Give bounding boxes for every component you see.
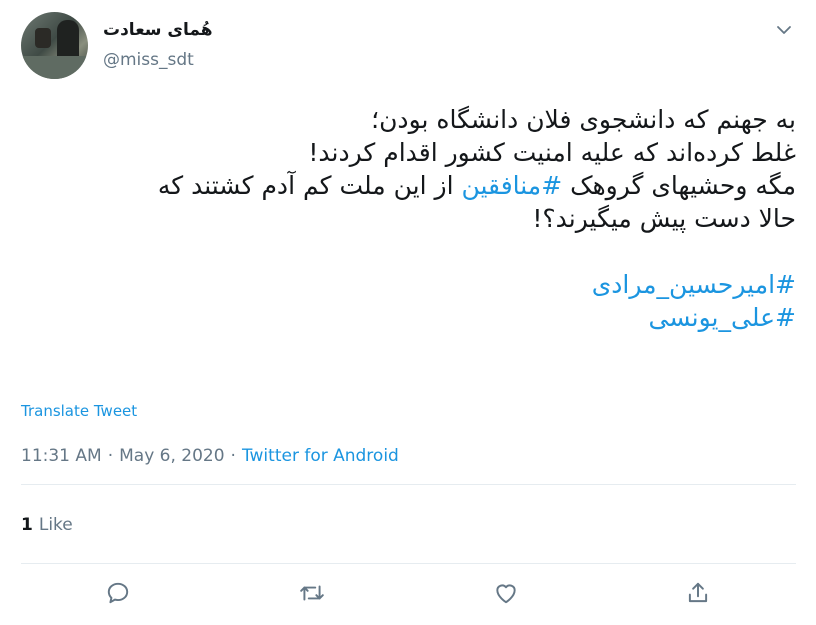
retweet-icon: [300, 585, 324, 601]
display-name[interactable]: هُمای سعادت: [103, 20, 213, 40]
tweet-text: به جهنم که دانشجوی فلان دانشگاه بودن؛ غل…: [20, 103, 796, 334]
avatar-detail: [21, 56, 88, 79]
tweet-source-link[interactable]: Twitter for Android: [242, 446, 399, 466]
tweet-time[interactable]: 11:31 AM: [21, 446, 102, 466]
tweet-line: حالا دست پیش میگیرند؟!: [532, 204, 796, 233]
tweet-line: مگه وحشیهای گروهک #منافقین از این ملت کم…: [20, 169, 796, 202]
tweet-date[interactable]: May 6, 2020: [119, 446, 224, 466]
retweet-button[interactable]: [297, 578, 327, 608]
avatar-detail: [57, 20, 79, 60]
share-button[interactable]: [683, 578, 713, 608]
reply-icon: [107, 582, 129, 604]
meta-separator: ·: [107, 446, 114, 466]
avatar[interactable]: [21, 12, 88, 79]
paragraph-break: [20, 235, 796, 268]
tweet-card: هُمای سعادت @miss_sdt به جهنم که دانشجوی…: [0, 0, 816, 625]
tweet-line: به جهنم که دانشجوی فلان دانشگاه بودن؛: [371, 105, 796, 134]
user-handle[interactable]: @miss_sdt: [103, 50, 194, 70]
reply-button[interactable]: [103, 578, 133, 608]
tweet-text-segment: از این ملت کم آدم کشتند که: [157, 171, 462, 200]
translate-tweet-link[interactable]: Translate Tweet: [21, 402, 137, 420]
avatar-detail: [35, 28, 51, 48]
divider: [21, 563, 796, 564]
tweet-line: غلط کرده‌اند که علیه امنیت کشور اقدام کر…: [308, 138, 796, 167]
likes-count: 1: [21, 515, 33, 535]
share-icon: [688, 582, 708, 603]
chevron-down-icon[interactable]: [772, 20, 796, 40]
likes-label: Like: [38, 515, 73, 535]
tweet-text-segment: مگه وحشیهای گروهک: [562, 171, 796, 200]
divider: [21, 484, 796, 485]
hashtag-link[interactable]: #علی_یونسی: [20, 301, 796, 334]
meta-separator: ·: [230, 446, 236, 466]
heart-icon: [496, 584, 516, 604]
like-button[interactable]: [491, 578, 521, 608]
hashtag-link[interactable]: #امیرحسین_مرادی: [20, 268, 796, 301]
tweet-meta: 11:31 AM · May 6, 2020 · Twitter for And…: [21, 446, 399, 466]
likes-stat[interactable]: 1 Like: [21, 515, 73, 535]
hashtag-link[interactable]: #منافقین: [461, 171, 562, 200]
